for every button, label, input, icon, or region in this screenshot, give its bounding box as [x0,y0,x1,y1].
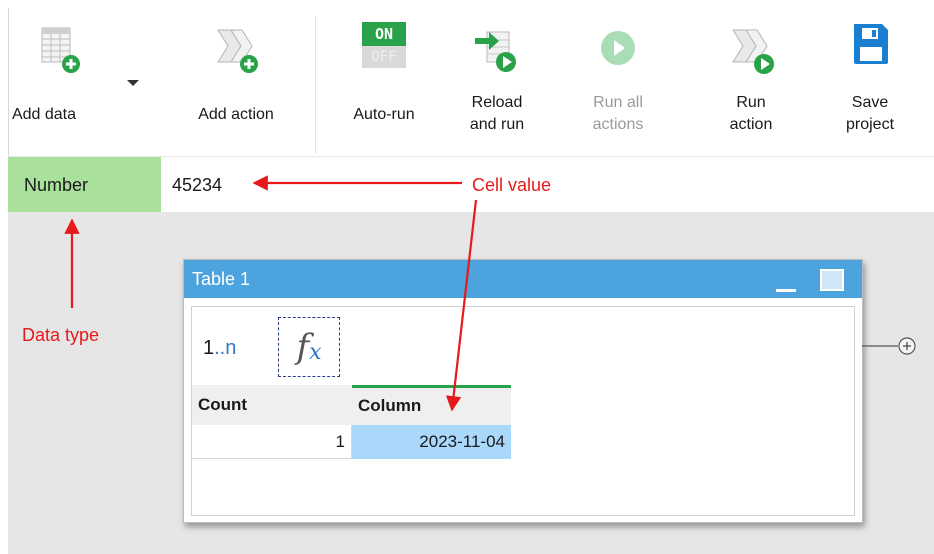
chevron-down-icon[interactable] [127,80,139,86]
save-project-button[interactable]: Save project [829,8,911,156]
minimize-icon[interactable] [776,289,796,292]
toolbar: Add data Add action ON OFF Auto-run Relo… [8,8,934,156]
add-node-icon[interactable] [862,334,922,363]
run-action-icon [709,26,793,78]
add-action-label: Add action [198,106,274,123]
reload-and-run-button[interactable]: Reload and run [457,8,537,156]
toggle-on-off-icon: ON OFF [329,22,439,74]
reload-and-run-label: Reload and run [469,94,525,133]
column-header-count[interactable]: Count [192,385,352,425]
data-type-cell[interactable]: Number [8,157,161,213]
run-action-button[interactable]: Run action [709,8,793,156]
app-window: Add data Add action ON OFF Auto-run Relo… [0,0,934,554]
toggle-on-text: ON [362,22,406,46]
floppy-disk-icon [829,22,911,74]
toolbar-separator [315,16,316,154]
run-action-label: Run action [729,94,773,133]
auto-run-label: Auto-run [353,106,415,123]
run-all-actions-label: Run all actions [592,94,644,133]
data-type-annotation: Data type [22,325,100,345]
cell-value-annotation: Cell value [472,175,552,195]
table-cell-column[interactable]: 2023-11-04 [352,425,511,459]
row-count-end: n [225,337,237,359]
table-cell-count[interactable]: 1 [192,425,352,459]
toggle-off-text: OFF [362,46,406,68]
auto-run-button[interactable]: ON OFF Auto-run [329,8,439,156]
fx-x: x [309,339,322,365]
play-icon [573,24,663,76]
add-action-icon [169,26,303,78]
add-data-icon [0,26,147,78]
add-data-button[interactable]: Add data [11,8,147,156]
column-header-column[interactable]: Column [352,385,511,425]
save-project-label: Save project [845,94,895,133]
table-window[interactable]: Table 1 1..n fx Count Column 1 2023-11-0… [183,259,863,523]
formula-icon[interactable]: fx [278,317,340,377]
run-all-actions-button[interactable]: Run all actions [573,8,663,156]
table-window-title[interactable]: Table 1 [184,260,862,298]
maximize-icon[interactable] [820,269,844,291]
reload-and-run-icon [457,24,537,76]
fx-f: f [296,327,310,367]
table-body: 1..n fx Count Column 1 2023-11-04 [191,306,855,516]
row-count-dots: .. [214,337,226,359]
row-count-start: 1 [203,337,215,359]
cell-value[interactable]: 45234 [172,157,222,213]
row-count-indicator[interactable]: 1..n [203,337,236,360]
add-data-label: Add data [11,106,77,123]
add-action-button[interactable]: Add action [169,8,303,156]
cell-bar: Number 45234 [8,156,934,213]
